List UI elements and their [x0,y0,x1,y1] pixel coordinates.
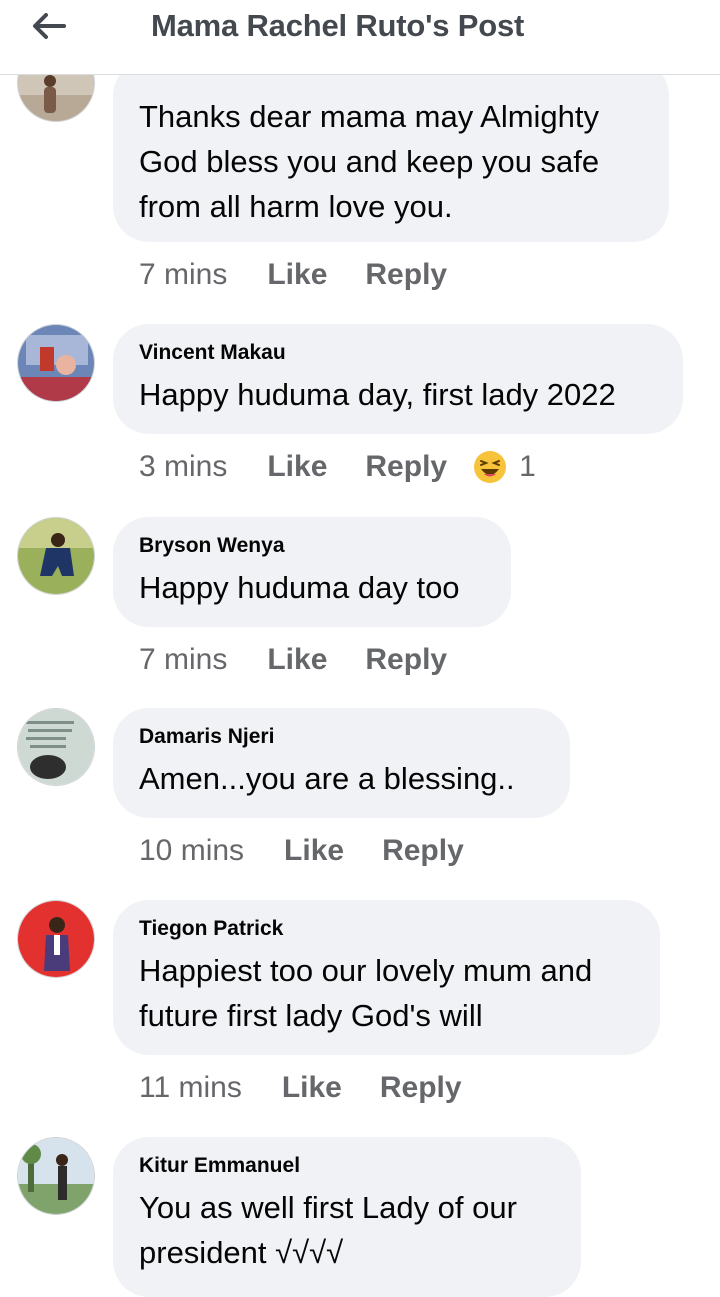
like-button[interactable]: Like [284,834,344,868]
comment-text: You as well first Lady of our president … [139,1190,517,1270]
comment-time: 7 mins [139,258,228,291]
comment-bubble[interactable]: Thanks dear mama may Almighty God bless … [113,60,669,242]
comment-actions: 11 mins Like Reply [139,1071,462,1105]
comment-bubble[interactable]: Tiegon Patrick Happiest too our lovely m… [113,900,660,1055]
reply-button[interactable]: Reply [365,450,447,484]
back-arrow-icon [33,13,66,39]
comment-time: 11 mins [139,1071,242,1104]
comment-time: 3 mins [139,450,228,483]
comment-text: Amen...you are a blessing.. [139,761,515,796]
like-button[interactable]: Like [282,1071,342,1105]
reaction-count: 1 [519,450,536,483]
reply-button[interactable]: Reply [382,834,464,868]
comment-author[interactable]: Tiegon Patrick [139,916,634,942]
back-button[interactable] [26,6,70,46]
comment-actions: 10 mins Like Reply [139,834,464,868]
comment-text: Thanks dear mama may Almighty God bless … [139,99,600,224]
like-button[interactable]: Like [267,450,327,484]
avatar[interactable] [17,517,95,595]
comment-author[interactable]: Kitur Emmanuel [139,1153,555,1179]
reply-button[interactable]: Reply [380,1071,462,1105]
comment-bubble[interactable]: Kitur Emmanuel You as well first Lady of… [113,1137,581,1297]
reaction-summary[interactable]: 1 [473,450,536,484]
comment-bubble[interactable]: Damaris Njeri Amen...you are a blessing.… [113,708,570,818]
comment-bubble[interactable]: Bryson Wenya Happy huduma day too [113,517,511,627]
haha-emoji-icon [474,451,507,483]
comment-actions: 3 mins Like Reply 1 [139,450,536,484]
comment-text: Happy huduma day, first lady 2022 [139,377,616,412]
comment-text: Happiest too our lovely mum and future f… [139,953,593,1033]
comment-time: 7 mins [139,643,228,676]
like-button[interactable]: Like [267,643,327,677]
comment-author[interactable]: Vincent Makau [139,340,657,366]
comment-bubble[interactable]: Vincent Makau Happy huduma day, first la… [113,324,683,434]
comment-actions: 7 mins Like Reply [139,258,447,292]
comment-time: 10 mins [139,834,245,867]
page-title: Mama Rachel Ruto's Post [151,8,525,43]
top-bar: Mama Rachel Ruto's Post [0,0,720,75]
avatar[interactable] [17,708,95,786]
avatar[interactable] [17,324,95,402]
avatar[interactable] [17,1137,95,1215]
avatar[interactable] [17,900,95,978]
comment-text: Happy huduma day too [139,570,460,605]
comment-author[interactable]: Bryson Wenya [139,533,485,559]
like-button[interactable]: Like [267,258,327,292]
comment-actions: 7 mins Like Reply [139,643,447,677]
comment-author[interactable]: Damaris Njeri [139,724,544,750]
reply-button[interactable]: Reply [365,258,447,292]
reply-button[interactable]: Reply [365,643,447,677]
